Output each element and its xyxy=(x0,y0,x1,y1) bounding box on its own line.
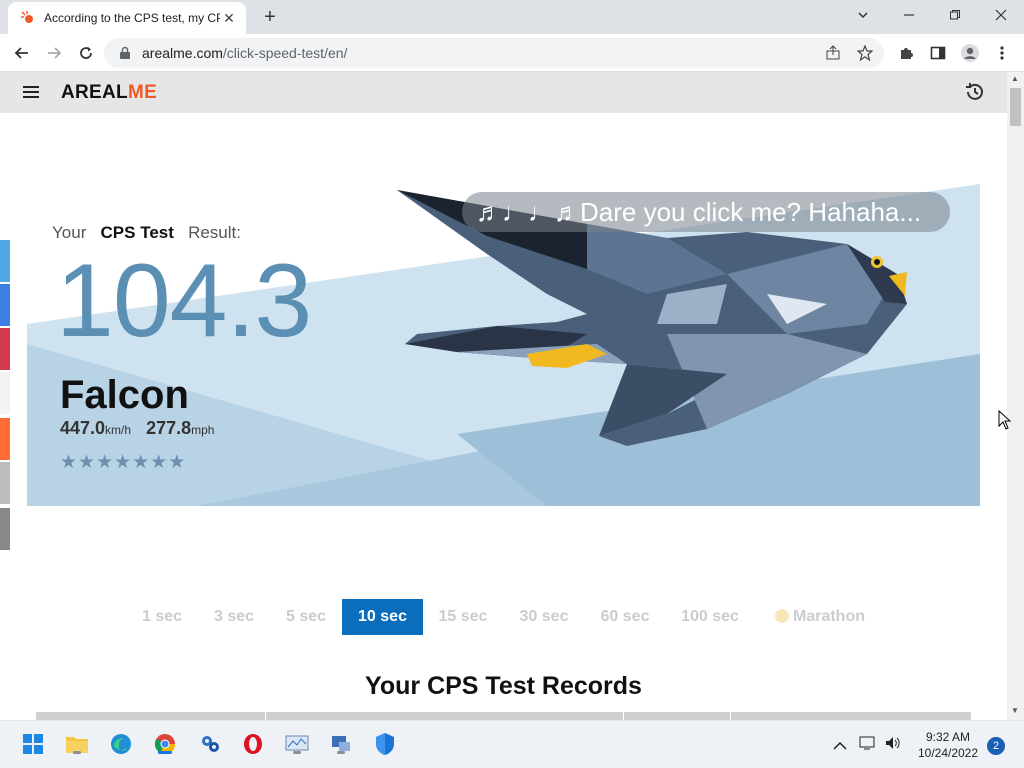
time-option-60[interactable]: 60 sec xyxy=(598,599,652,635)
network-tray-icon[interactable] xyxy=(859,735,877,756)
notification-badge[interactable]: 2 xyxy=(987,737,1005,755)
time-selector: 1 sec 3 sec 5 sec 10 sec 15 sec 30 sec 6… xyxy=(0,599,1007,635)
app-gears-icon[interactable] xyxy=(197,731,223,757)
system-clock[interactable]: 9:32 AM 10/24/2022 xyxy=(912,729,984,761)
explorer-running-indicator xyxy=(73,751,81,754)
site-header: AREALME xyxy=(0,72,1007,113)
new-tab-button[interactable]: + xyxy=(258,6,282,30)
network-running-indicator xyxy=(337,751,345,754)
clock-date: 10/24/2022 xyxy=(917,746,979,760)
rank-title: Falcon xyxy=(60,373,189,417)
marathon-icon xyxy=(775,609,789,623)
back-icon[interactable] xyxy=(9,40,35,66)
mouse-cursor-icon xyxy=(998,409,1012,435)
chrome-icon[interactable] xyxy=(152,731,178,757)
cps-score: 104.3 xyxy=(56,243,312,359)
page-scrollbar[interactable]: ▲ ▼ xyxy=(1007,72,1024,720)
share-pinterest[interactable] xyxy=(0,328,10,370)
more-icon[interactable] xyxy=(989,40,1015,66)
time-option-30[interactable]: 30 sec xyxy=(518,599,570,635)
taskbar: 9:32 AM 10/24/2022 2 xyxy=(0,720,1024,768)
clock-time: 9:32 AM xyxy=(925,730,971,744)
click-me-bubble[interactable]: ♬♩♩♬Dare you click me? Hahaha... xyxy=(462,192,950,232)
rating-stars: ★★★★★★★ xyxy=(60,452,187,473)
site-logo[interactable]: AREALME xyxy=(61,82,157,104)
close-window-icon[interactable] xyxy=(978,0,1024,30)
tray-chevron-icon[interactable] xyxy=(833,738,847,756)
address-bar[interactable]: arealme.com/click-speed-test/en/ xyxy=(104,38,884,68)
result-your: Your xyxy=(52,223,87,242)
unit-kmh: km/h xyxy=(105,423,132,437)
speed-kmh: 447.0 xyxy=(60,418,106,438)
result-label: Your CPS Test Result: xyxy=(52,223,241,243)
profile-icon[interactable] xyxy=(957,40,983,66)
time-option-marathon[interactable]: Marathon xyxy=(770,599,870,635)
records-table-header xyxy=(36,712,971,720)
result-word: Result: xyxy=(188,223,241,242)
scrollbar-thumb[interactable] xyxy=(1010,88,1021,126)
browser-toolbar: arealme.com/click-speed-test/en/ xyxy=(0,34,1024,72)
opera-icon[interactable] xyxy=(240,731,266,757)
forward-icon[interactable] xyxy=(41,40,67,66)
url-path: /click-speed-test/en/ xyxy=(222,45,348,61)
result-test-name: CPS Test xyxy=(100,223,174,242)
records-title: Your CPS Test Records xyxy=(365,672,642,700)
time-option-15[interactable]: 15 sec xyxy=(437,599,489,635)
volume-tray-icon[interactable] xyxy=(884,735,902,756)
share-icon[interactable] xyxy=(824,44,842,62)
share-twitter[interactable] xyxy=(0,240,10,282)
share-facebook[interactable] xyxy=(0,284,10,326)
share-other[interactable] xyxy=(0,508,10,550)
menu-icon[interactable] xyxy=(22,85,40,104)
sidepanel-icon[interactable] xyxy=(925,40,951,66)
extensions-icon[interactable] xyxy=(893,40,919,66)
minimize-icon[interactable] xyxy=(886,0,932,30)
time-option-10[interactable]: 10 sec xyxy=(342,599,423,635)
share-more[interactable] xyxy=(0,462,10,504)
share-reddit[interactable] xyxy=(0,418,10,460)
tab-close-icon[interactable]: ✕ xyxy=(220,9,238,27)
edge-icon[interactable] xyxy=(108,731,134,757)
time-option-3[interactable]: 3 sec xyxy=(212,599,256,635)
url-host: arealme.com xyxy=(142,45,223,61)
network-app-icon[interactable] xyxy=(328,731,354,757)
time-option-1[interactable]: 1 sec xyxy=(140,599,184,635)
logo-part1: AREAL xyxy=(61,82,128,103)
browser-tab[interactable]: According to the CPS test, my CP ✕ xyxy=(8,2,246,34)
tab-title: According to the CPS test, my CP xyxy=(44,11,220,25)
time-option-5[interactable]: 5 sec xyxy=(284,599,328,635)
security-shield-icon[interactable] xyxy=(372,731,398,757)
star-icon[interactable] xyxy=(856,44,874,62)
chrome-active-indicator xyxy=(158,751,172,754)
logo-part2: ME xyxy=(127,82,158,103)
speed-values: 447.0km/h 277.8mph xyxy=(60,418,214,439)
history-icon[interactable] xyxy=(964,81,986,108)
browser-titlebar: According to the CPS test, my CP ✕ + xyxy=(0,0,1024,34)
reload-icon[interactable] xyxy=(73,40,99,66)
screen: According to the CPS test, my CP ✕ + are… xyxy=(0,0,1024,768)
click-favicon-icon xyxy=(21,11,33,23)
monitor-app-icon[interactable] xyxy=(284,731,310,757)
marathon-label: Marathon xyxy=(793,608,865,625)
url-text[interactable]: arealme.com/click-speed-test/en/ xyxy=(142,45,347,61)
scroll-up-icon[interactable]: ▲ xyxy=(1011,74,1019,83)
file-explorer-icon[interactable] xyxy=(64,731,90,757)
scroll-down-icon[interactable]: ▼ xyxy=(1011,706,1019,715)
speed-mph: 277.8 xyxy=(146,418,192,438)
unit-mph: mph xyxy=(191,423,215,437)
monitor-running-indicator xyxy=(293,751,301,754)
tab-search-icon[interactable] xyxy=(840,0,886,30)
lock-icon[interactable] xyxy=(116,44,134,62)
windows-start-icon[interactable] xyxy=(20,731,46,757)
share-blank[interactable] xyxy=(0,372,10,414)
restore-icon[interactable] xyxy=(932,0,978,30)
time-option-100[interactable]: 100 sec xyxy=(678,599,742,635)
